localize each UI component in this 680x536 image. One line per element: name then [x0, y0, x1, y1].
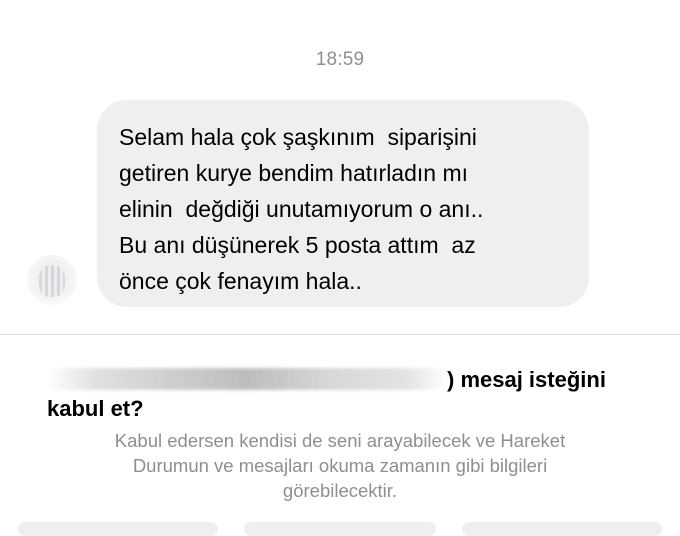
message-line: Bu anı düşünerek 5 posta attım az [119, 232, 476, 258]
redacted-username [47, 368, 447, 390]
message-line: elinin değdiği unutamıyorum o anı.. [119, 196, 484, 222]
avatar-blurred-photo [39, 265, 65, 297]
request-title-line-1: ) mesaj isteğini [47, 365, 647, 394]
message-line: getiren kurye bendim hatırladın mı [119, 160, 469, 186]
request-title: ) mesaj isteğini kabul et? [47, 365, 647, 423]
timestamp: 18:59 [315, 49, 365, 70]
block-button[interactable] [18, 522, 218, 536]
request-title-line-2: kabul et? [47, 396, 144, 421]
request-description-line: Durumun ve mesajları okuma zamanın gibi … [132, 455, 548, 476]
delete-button[interactable] [244, 522, 436, 536]
request-description-line: Kabul edersen kendisi de seni arayabilec… [114, 430, 566, 451]
request-title-suffix: ) mesaj isteğini [447, 367, 606, 392]
message-bubble[interactable]: Selam hala çok şaşkınım siparişini getir… [97, 100, 589, 307]
message-line: önce çok fenayım hala.. [119, 268, 362, 294]
section-divider [0, 334, 680, 335]
request-description: Kabul edersen kendisi de seni arayabilec… [40, 428, 640, 503]
message-line: Selam hala çok şaşkınım siparişini [119, 124, 477, 150]
accept-button[interactable] [462, 522, 662, 536]
request-description-line: görebilecektir. [282, 480, 398, 501]
sender-avatar[interactable] [27, 255, 77, 305]
